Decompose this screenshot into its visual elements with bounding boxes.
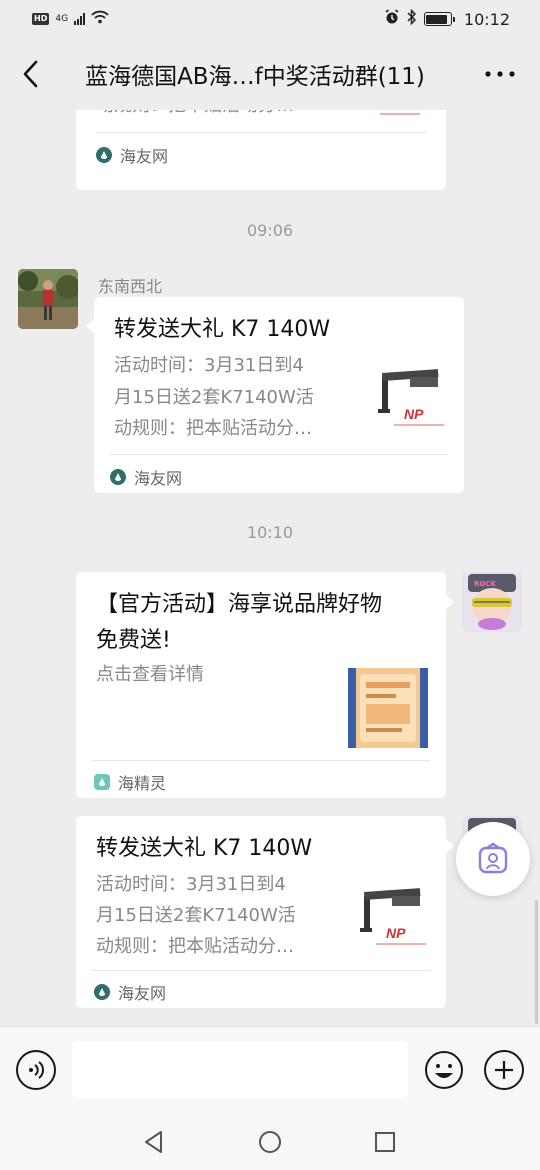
alarm-icon	[384, 9, 400, 29]
status-bar: HD 4G 10:12	[0, 0, 540, 38]
product-thumbnail: NP	[380, 110, 420, 115]
card-description-line: 活动时间：3月31日到4	[114, 355, 304, 376]
bubble-tail	[445, 594, 454, 610]
source-name: 海友网	[118, 984, 167, 1003]
card-description-line: 点击查看详情	[96, 664, 204, 685]
nav-back-button[interactable]	[141, 1129, 167, 1155]
triangle-back-icon	[145, 1131, 162, 1153]
voice-icon	[29, 1061, 44, 1079]
chat-title: 蓝海德国AB海…f中奖活动群(11)	[85, 64, 425, 90]
card-divider	[110, 454, 448, 455]
svg-text:ROCK: ROCK	[474, 580, 496, 588]
card-title: 转发送大礼 K7 140W	[114, 317, 331, 342]
battery-level	[426, 14, 448, 24]
card-description-line: 活动时间：3月31日到4	[96, 874, 286, 895]
card-divider	[92, 760, 430, 761]
battery-icon	[423, 12, 455, 26]
floating-assistant-button[interactable]	[456, 822, 530, 896]
card-description-line: 月15日送2套K7140W活	[96, 905, 296, 926]
scrollbar[interactable]	[535, 900, 538, 1024]
haiyou-logo-icon	[110, 469, 126, 485]
assistant-icon	[478, 842, 508, 874]
bluetooth-icon	[406, 8, 418, 29]
link-card[interactable]: 动规则：把本贴活动分… NP 海友网	[76, 110, 446, 190]
haiyou-logo-icon	[94, 984, 110, 1000]
product-thumbnail: NP	[360, 888, 426, 945]
avatar[interactable]	[18, 269, 78, 329]
chat-header: 蓝海德国AB海…f中奖活动群(11)	[0, 38, 540, 110]
card-source: 海友网	[110, 465, 182, 489]
chevron-left-icon	[23, 60, 38, 88]
time-separator: 09:06	[246, 221, 294, 240]
svg-text:NP: NP	[386, 925, 406, 941]
sender-name: 东南西北	[98, 277, 163, 296]
plus-icon	[495, 1061, 513, 1079]
source-name: 海友网	[120, 147, 169, 166]
card-description-line: 动规则：把本贴活动分…	[96, 936, 294, 957]
bubble-tail	[445, 838, 454, 854]
signal-icon	[74, 13, 86, 25]
source-name: 海友网	[134, 469, 183, 488]
card-source: 海精灵	[94, 770, 166, 794]
haiyou-logo-icon	[96, 147, 112, 163]
link-card[interactable]: 转发送大礼 K7 140W 活动时间：3月31日到4 月15日送2套K7140W…	[94, 297, 464, 493]
wifi-icon	[91, 10, 109, 28]
promo-thumbnail	[348, 668, 428, 748]
card-title: 转发送大礼 K7 140W	[96, 836, 313, 861]
product-thumbnail: NP	[378, 369, 444, 426]
link-card[interactable]: 转发送大礼 K7 140W 活动时间：3月31日到4 月15日送2套K7140W…	[76, 816, 446, 1008]
card-description-line: 月15日送2套K7140W活	[114, 387, 314, 408]
card-title-line: 【官方活动】海享说品牌好物	[96, 592, 383, 617]
svg-text:NP: NP	[404, 406, 424, 422]
back-button[interactable]	[0, 38, 60, 110]
more-button[interactable]	[460, 38, 540, 110]
card-source: 海友网	[96, 143, 168, 167]
system-nav-bar	[0, 1112, 540, 1170]
haijingling-logo-icon	[94, 774, 110, 790]
card-source: 海友网	[94, 980, 166, 1004]
source-name: 海精灵	[118, 774, 167, 793]
message-list[interactable]: 动规则：把本贴活动分… NP 海友网 09:06 东南西北 转发送大礼 K7	[0, 110, 540, 1026]
card-divider	[92, 970, 430, 971]
square-recents-icon	[375, 1132, 395, 1152]
svg-text:NP: NP	[386, 110, 404, 111]
message-input[interactable]	[72, 1041, 408, 1099]
network-type: 4G	[55, 13, 69, 24]
hd-badge: HD	[32, 13, 50, 25]
card-description-line: 动规则：把本贴活动分…	[114, 418, 312, 439]
nav-recents-button[interactable]	[372, 1129, 398, 1155]
emoji-icon	[425, 1051, 463, 1089]
card-description: 动规则：把本贴活动分…	[96, 110, 336, 120]
emoji-button[interactable]	[424, 1050, 464, 1090]
time-separator: 10:10	[246, 523, 294, 542]
circle-home-icon	[259, 1131, 281, 1153]
input-bar	[0, 1026, 540, 1112]
nav-home-button[interactable]	[257, 1129, 283, 1155]
card-title-line: 免费送!	[96, 628, 171, 653]
voice-button[interactable]	[16, 1050, 56, 1090]
card-divider	[96, 132, 426, 133]
more-dots-icon	[485, 71, 515, 77]
plus-button[interactable]	[484, 1050, 524, 1090]
link-card[interactable]: 【官方活动】海享说品牌好物 免费送! 点击查看详情 海精灵	[76, 572, 446, 798]
avatar[interactable]: ROCK	[462, 572, 522, 632]
clock: 10:12	[463, 9, 510, 29]
